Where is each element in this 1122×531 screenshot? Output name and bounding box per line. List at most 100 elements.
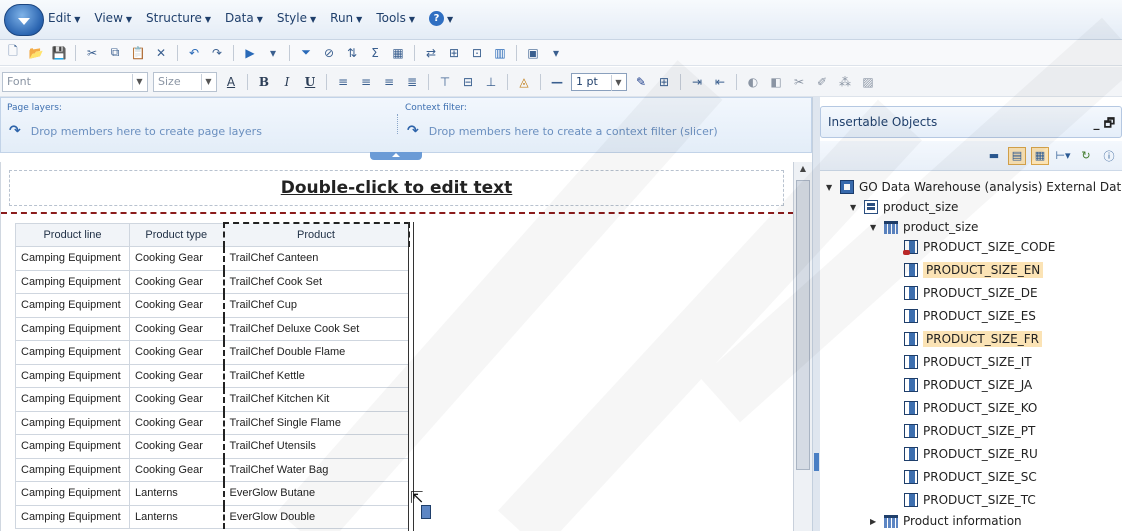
cell-product-line[interactable]: Camping Equipment	[15, 434, 130, 459]
scrollbar-thumb[interactable]	[796, 180, 810, 470]
cell-product[interactable]: TrailChef Kitchen Kit	[222, 387, 409, 412]
run-dropdown-icon[interactable]: ▾	[264, 44, 282, 62]
cell-product[interactable]: TrailChef Double Flame	[222, 340, 409, 365]
menu-structure[interactable]: Structure ▼	[146, 11, 211, 26]
info-icon[interactable]: ⓘ	[1100, 147, 1118, 165]
tree-node-namespace[interactable]: ▼ product_size	[850, 197, 958, 217]
italic-icon[interactable]: I	[278, 73, 296, 91]
cell-product-line[interactable]: Camping Equipment	[15, 269, 130, 294]
menu-style[interactable]: Style ▼	[277, 11, 316, 26]
splitter-grip[interactable]	[814, 453, 819, 471]
cut-icon[interactable]: ✂	[83, 44, 101, 62]
scroll-up-icon[interactable]: ▲	[796, 164, 810, 176]
report-title[interactable]: Double-click to edit text	[10, 178, 783, 198]
cell-product-type[interactable]: Lanterns	[129, 481, 224, 506]
swap-icon[interactable]: ⇄	[422, 44, 440, 62]
redo-icon[interactable]: ↷	[208, 44, 226, 62]
tree-node-level[interactable]: PRODUCT_SIZE_SC	[904, 467, 1037, 487]
cell-product[interactable]: TrailChef Cook Set	[222, 269, 409, 294]
align-right-icon[interactable]: ≡	[380, 73, 398, 91]
line-style-icon[interactable]: —	[548, 73, 566, 91]
layout-dropdown-icon[interactable]: ▾	[547, 44, 565, 62]
minus-icon[interactable]: ▬	[985, 147, 1003, 165]
summarize-icon[interactable]: Σ	[366, 44, 384, 62]
indent-icon[interactable]: ⇥	[688, 73, 706, 91]
tree-node-dimension[interactable]: ▼ product_size	[870, 217, 978, 237]
cell-product-type[interactable]: Cooking Gear	[129, 410, 224, 435]
cell-product[interactable]: TrailChef Kettle	[222, 363, 409, 388]
size-select[interactable]: Size ▼	[153, 71, 217, 92]
pane-splitter[interactable]	[812, 97, 820, 531]
cell-product-line[interactable]: Camping Equipment	[15, 457, 130, 482]
underline-icon[interactable]: U	[301, 73, 319, 91]
sort-icon[interactable]: ⇅	[343, 44, 361, 62]
menu-help[interactable]: ? ▼	[429, 11, 453, 26]
header-product-line[interactable]: Product line	[15, 222, 130, 247]
tree-node-package[interactable]: ▼ GO Data Warehouse (analysis) External …	[826, 177, 1122, 197]
app-menu-button[interactable]	[4, 4, 44, 36]
cell-product-type[interactable]: Cooking Gear	[129, 340, 224, 365]
conditional-style-icon[interactable]: ◐	[744, 73, 762, 91]
tree-node-level[interactable]: PRODUCT_SIZE_CODE	[903, 237, 1055, 257]
cell-product-type[interactable]: Cooking Gear	[129, 387, 224, 412]
cell-product-type[interactable]: Cooking Gear	[129, 293, 224, 318]
tree-node-dimension[interactable]: ▶ Product information	[870, 511, 1022, 531]
bold-icon[interactable]: B	[255, 73, 273, 91]
nest-icon[interactable]: ⊞	[445, 44, 463, 62]
cell-product-line[interactable]: Camping Equipment	[15, 340, 130, 365]
paste-icon[interactable]: 📋	[129, 44, 147, 62]
cell-product-line[interactable]: Camping Equipment	[15, 504, 130, 529]
cell-product-line[interactable]: Camping Equipment	[15, 363, 130, 388]
tree-node-level[interactable]: PRODUCT_SIZE_TC	[904, 490, 1036, 510]
cell-product-type[interactable]: Cooking Gear	[129, 269, 224, 294]
borders-icon[interactable]: ⊞	[655, 73, 673, 91]
tree-node-level[interactable]: PRODUCT_SIZE_KO	[904, 398, 1037, 418]
copy-icon[interactable]: ⧉	[106, 44, 124, 62]
menu-data[interactable]: Data ▼	[225, 11, 263, 26]
cell-product[interactable]: TrailChef Canteen	[222, 246, 409, 271]
cell-product-line[interactable]: Camping Equipment	[15, 293, 130, 318]
tree-node-level[interactable]: PRODUCT_SIZE_JA	[904, 375, 1032, 395]
tree-node-level[interactable]: PRODUCT_SIZE_EN	[904, 260, 1044, 280]
run-icon[interactable]: ▶	[241, 44, 259, 62]
filter-icon[interactable]: ⏷	[297, 44, 315, 62]
cell-product-type[interactable]: Lanterns	[129, 504, 224, 529]
valign-top-icon[interactable]: ⊤	[436, 73, 454, 91]
cell-product[interactable]: TrailChef Deluxe Cook Set	[222, 316, 409, 341]
outdent-icon[interactable]: ⇤	[711, 73, 729, 91]
layout-icon[interactable]: ▣	[524, 44, 542, 62]
tree-node-level[interactable]: PRODUCT_SIZE_IT	[904, 352, 1032, 372]
refresh-icon[interactable]: ↻	[1077, 147, 1095, 165]
calculate-icon[interactable]: ▦	[389, 44, 407, 62]
source-tab-icon[interactable]: ▤	[1008, 146, 1026, 165]
font-color-icon[interactable]: A	[222, 73, 240, 91]
tree-node-level[interactable]: PRODUCT_SIZE_FR	[904, 329, 1042, 349]
open-icon[interactable]: 📂	[27, 44, 45, 62]
vertical-scrollbar[interactable]: ▲	[793, 162, 812, 531]
cell-product-type[interactable]: Cooking Gear	[129, 316, 224, 341]
font-select[interactable]: Font ▼	[2, 71, 148, 92]
background-color-icon[interactable]: ◬	[515, 73, 533, 91]
menu-view[interactable]: View ▼	[94, 11, 132, 26]
pick-up-style-icon[interactable]: ✂	[790, 73, 808, 91]
cell-product-line[interactable]: Camping Equipment	[15, 316, 130, 341]
line-weight-select[interactable]: 1 pt ▼	[571, 72, 627, 91]
align-left-icon[interactable]: ≡	[334, 73, 352, 91]
menu-run[interactable]: Run ▼	[330, 11, 362, 26]
tree-node-level[interactable]: PRODUCT_SIZE_DE	[904, 283, 1038, 303]
tree-view-icon[interactable]: ⊢▾	[1054, 147, 1072, 165]
tree-node-level[interactable]: PRODUCT_SIZE_ES	[904, 306, 1036, 326]
panel-window-controls[interactable]: _ 🗗	[1094, 114, 1115, 135]
cell-product-line[interactable]: Camping Equipment	[15, 410, 130, 435]
page-layers-dropzone[interactable]: ↷ Drop members here to create page layer…	[9, 123, 262, 139]
cell-product[interactable]: EverGlow Double	[222, 504, 409, 529]
cell-product[interactable]: EverGlow Butane	[222, 481, 409, 506]
apply-style-icon[interactable]: ✐	[813, 73, 831, 91]
report-title-block[interactable]: Double-click to edit text	[9, 170, 784, 206]
cell-product-line[interactable]: Camping Equipment	[15, 387, 130, 412]
cell-product-type[interactable]: Cooking Gear	[129, 246, 224, 271]
align-center-icon[interactable]: ≡	[357, 73, 375, 91]
suppress-icon[interactable]: ⊘	[320, 44, 338, 62]
cell-product[interactable]: TrailChef Utensils	[222, 434, 409, 459]
header-product[interactable]: Product	[222, 222, 410, 247]
